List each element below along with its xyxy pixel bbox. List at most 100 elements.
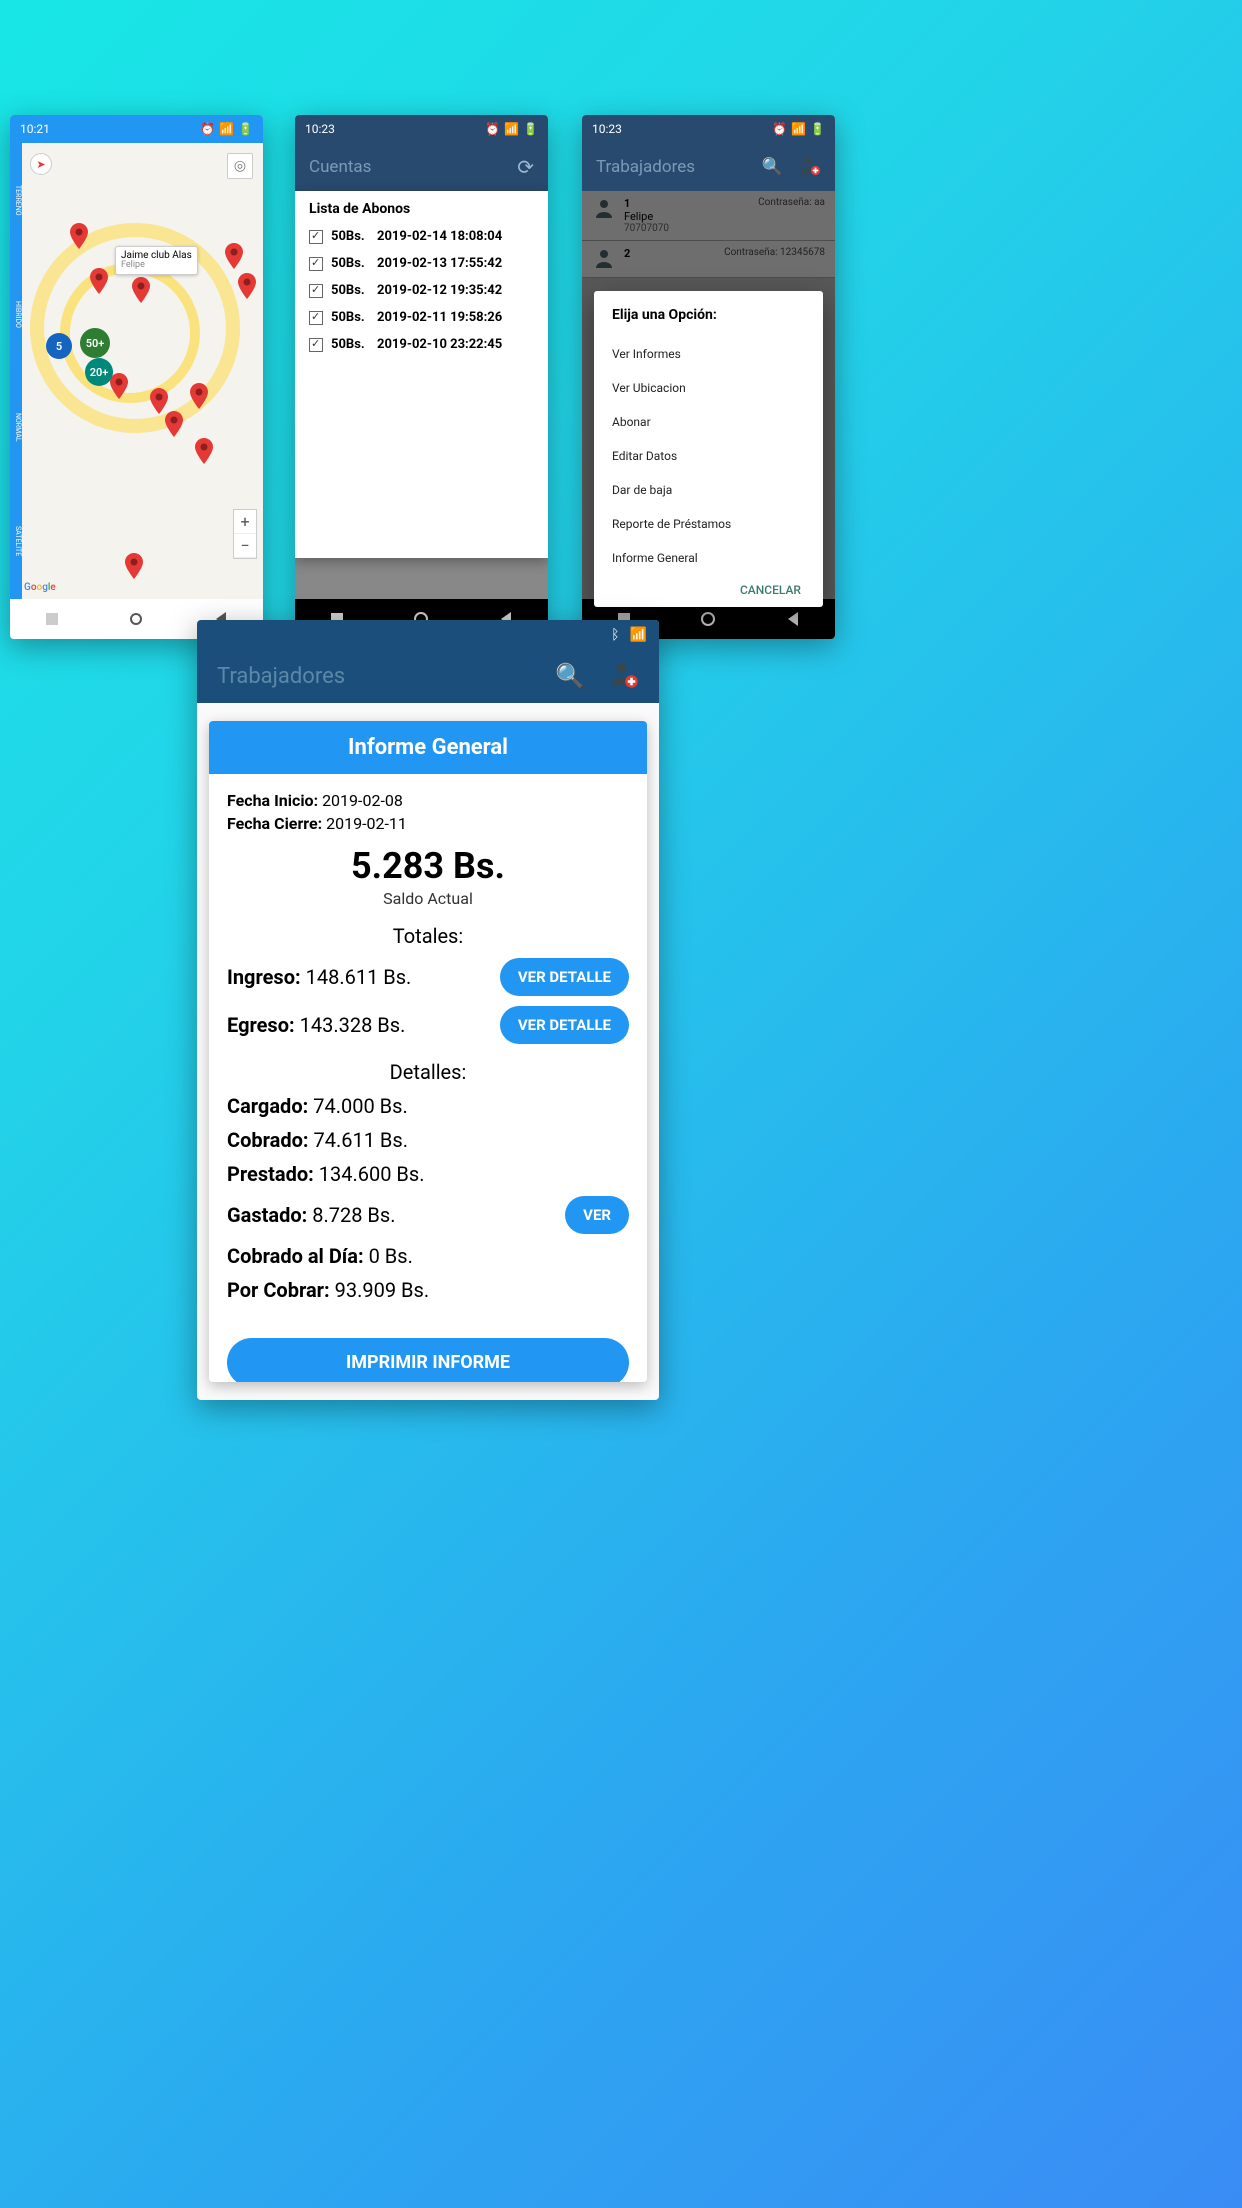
cargado-row: Cargado: 74.000 Bs.: [227, 1094, 629, 1118]
saldo-actual-value: 5.283 Bs.: [227, 845, 629, 887]
map-pin[interactable]: [132, 277, 150, 303]
egreso-row: Egreso: 143.328 Bs. VER DETALLE: [227, 1006, 629, 1044]
zoom-in-button[interactable]: +: [234, 510, 256, 534]
card-title: Informe General: [209, 721, 647, 774]
fecha-cierre-row: Fecha Cierre: 2019-02-11: [227, 813, 629, 835]
nav-back-icon[interactable]: [784, 610, 802, 628]
nav-home-icon[interactable]: [127, 610, 145, 628]
status-bar: 10:23 ⏰ 📶 🔋: [582, 115, 835, 143]
dialog-option[interactable]: Informe General: [612, 541, 805, 575]
phone-informe: ᛒ 📶 Trabajadores 🔍 Informe General Fecha…: [197, 620, 659, 1400]
abono-amount: 50Bs.: [331, 256, 369, 271]
cobrado-row: Cobrado: 74.611 Bs.: [227, 1128, 629, 1152]
map-pin[interactable]: [238, 273, 256, 299]
map-type-satellite[interactable]: SATÉLITE: [10, 526, 22, 556]
abono-amount: 50Bs.: [331, 310, 369, 325]
my-location-button[interactable]: ◎: [227, 153, 253, 179]
abono-timestamp: 2019-02-10 23:22:45: [377, 337, 502, 352]
fecha-inicio-row: Fecha Inicio: 2019-02-08: [227, 790, 629, 812]
map-pin[interactable]: [195, 438, 213, 464]
dialog-option[interactable]: Ver Ubicacion: [612, 371, 805, 405]
checkbox-icon: [309, 311, 323, 325]
cancel-button[interactable]: CANCELAR: [612, 575, 805, 597]
search-icon[interactable]: 🔍: [762, 157, 783, 177]
appbar-title: Trabajadores: [596, 157, 762, 177]
screen-body: 1 Felipe 70707070 Contraseña: aa 2 Contr…: [582, 191, 835, 599]
status-bar: 10:23 ⏰ 📶 🔋: [295, 115, 548, 143]
dialog-title: Elija una Opción:: [612, 307, 805, 323]
ver-detalle-egreso-button[interactable]: VER DETALLE: [500, 1006, 629, 1044]
refresh-icon[interactable]: ⟳: [517, 155, 534, 179]
signal-icon: 📶: [504, 122, 519, 136]
google-logo: Google: [24, 582, 56, 593]
abono-row[interactable]: 50Bs. 2019-02-10 23:22:45: [295, 331, 548, 358]
abono-row[interactable]: 50Bs. 2019-02-13 17:55:42: [295, 250, 548, 277]
add-user-icon[interactable]: [609, 659, 639, 693]
status-right-icons: ⏰ 📶 🔋: [772, 122, 825, 136]
abonos-sheet: Lista de Abonos 50Bs. 2019-02-14 18:08:0…: [295, 191, 548, 558]
compass-icon[interactable]: ➤: [30, 153, 52, 175]
phone-cuentas: 10:23 ⏰ 📶 🔋 Cuentas ⟳ Lista de Abonos 50…: [295, 115, 548, 639]
checkbox-icon: [309, 257, 323, 271]
abono-row[interactable]: 50Bs. 2019-02-11 19:58:26: [295, 304, 548, 331]
signal-icon: 📶: [219, 122, 234, 136]
phone-trabajadores: 10:23 ⏰ 📶 🔋 Trabajadores 🔍 1 Felipe 7070…: [582, 115, 835, 639]
dialog-option[interactable]: Abonar: [612, 405, 805, 439]
alarm-icon: ⏰: [200, 122, 215, 136]
card-body: Fecha Inicio: 2019-02-08 Fecha Cierre: 2…: [209, 774, 647, 1324]
map-type-switcher[interactable]: TERRENO HÍBRIDO NORMAL SATÉLITE: [10, 143, 22, 599]
cluster-marker[interactable]: 50+: [80, 328, 110, 358]
map-type-normal[interactable]: NORMAL: [10, 413, 22, 442]
map-type-hybrid[interactable]: HÍBRIDO: [10, 301, 22, 328]
nav-recent-icon[interactable]: [43, 610, 61, 628]
app-bar: Trabajadores 🔍: [197, 649, 659, 703]
dialog-option[interactable]: Editar Datos: [612, 439, 805, 473]
dialog-option[interactable]: Dar de baja: [612, 473, 805, 507]
abono-row[interactable]: 50Bs. 2019-02-12 19:35:42: [295, 277, 548, 304]
map-pin[interactable]: [125, 553, 143, 579]
zoom-out-button[interactable]: −: [234, 534, 256, 558]
cluster-marker[interactable]: 20+: [85, 358, 113, 386]
abono-timestamp: 2019-02-14 18:08:04: [377, 229, 502, 244]
map-pin[interactable]: [165, 411, 183, 437]
map-pin[interactable]: [110, 373, 128, 399]
abono-timestamp: 2019-02-12 19:35:42: [377, 283, 502, 298]
dialog-option[interactable]: Ver Informes: [612, 337, 805, 371]
ver-detalle-ingreso-button[interactable]: VER DETALLE: [500, 958, 629, 996]
map-canvas[interactable]: TERRENO HÍBRIDO NORMAL SATÉLITE 50+ 5 20…: [10, 143, 263, 599]
appbar-title: Cuentas: [309, 157, 517, 177]
options-dialog: Elija una Opción: Ver InformesVer Ubicac…: [594, 291, 823, 607]
imprimir-informe-button[interactable]: IMPRIMIR INFORME: [227, 1338, 629, 1382]
abono-amount: 50Bs.: [331, 337, 369, 352]
status-bar: ᛒ 📶: [197, 620, 659, 649]
abono-amount: 50Bs.: [331, 283, 369, 298]
signal-icon: 📶: [630, 627, 647, 643]
alarm-icon: ⏰: [485, 122, 500, 136]
phone-map: 10:21 ⏰ 📶 🔋 TERRENO HÍBRIDO NORMAL SATÉL…: [10, 115, 263, 639]
totales-label: Totales:: [227, 924, 629, 948]
cluster-marker[interactable]: 5: [46, 333, 72, 359]
map-type-terrain[interactable]: TERRENO: [10, 185, 22, 216]
map-pin[interactable]: [90, 268, 108, 294]
dialog-option[interactable]: Reporte de Préstamos: [612, 507, 805, 541]
marker-info-bubble[interactable]: Jaime club Alas Felipe: [115, 246, 198, 275]
gastado-row: Gastado: 8.728 Bs. VER: [227, 1196, 629, 1234]
map-pin[interactable]: [190, 383, 208, 409]
add-user-icon[interactable]: [799, 154, 821, 181]
abono-row[interactable]: 50Bs. 2019-02-14 18:08:04: [295, 223, 548, 250]
abono-timestamp: 2019-02-11 19:58:26: [377, 310, 502, 325]
search-icon[interactable]: 🔍: [555, 662, 585, 690]
battery-icon: 🔋: [810, 122, 825, 136]
ver-gastado-button[interactable]: VER: [565, 1196, 629, 1234]
battery-icon: 🔋: [523, 122, 538, 136]
map-pin[interactable]: [70, 223, 88, 249]
checkbox-icon: [309, 230, 323, 244]
app-bar: Cuentas ⟳: [295, 143, 548, 191]
status-bar: 10:21 ⏰ 📶 🔋: [10, 115, 263, 143]
bubble-subtitle: Felipe: [121, 261, 192, 271]
nav-home-icon[interactable]: [699, 610, 717, 628]
map-pin[interactable]: [225, 243, 243, 269]
sheet-title: Lista de Abonos: [295, 191, 548, 223]
abono-amount: 50Bs.: [331, 229, 369, 244]
status-right-icons: ⏰ 📶 🔋: [200, 122, 253, 136]
